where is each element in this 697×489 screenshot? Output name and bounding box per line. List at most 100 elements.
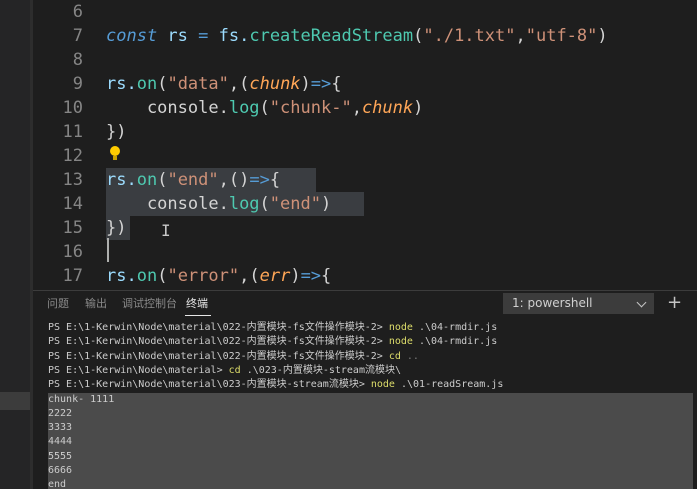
code-token: chunk [361,98,414,118]
line-number: 15 [62,218,83,238]
code-line[interactable]: }) [106,216,126,240]
code-line[interactable]: console.log("chunk-",chunk) [106,96,423,120]
code-token: ,() [218,170,250,190]
terminal-suggestion: .. [406,350,419,362]
code-token: rs [157,26,199,46]
tab-terminal-indicator [185,315,211,316]
terminal-output-line: 5555 [48,450,73,462]
terminal-command: node [388,336,413,348]
code-token: { [321,266,332,286]
code-token: "end" [269,194,321,214]
code-token: ) [290,266,301,286]
terminal-prompt: PS E:\1-Kerwin\Node\material\022-内置模块-fs… [48,350,389,362]
code-editor[interactable]: 6 7 8 9 10 11 12 13 14 15 16 17 const rs = fs.creat… [33,0,697,290]
code-token: rs. [106,74,137,94]
code-token: => [300,266,322,286]
caret [107,238,109,262]
code-token: ) [413,98,424,118]
terminal-argument: .\01-readSream.js [394,379,504,391]
terminal-command: node [388,322,413,333]
code-line[interactable]: const rs = fs.createReadStream("./1.txt"… [106,24,608,48]
terminal-command: node [370,379,395,391]
code-token: ) [320,194,332,214]
code-token: ( [259,98,270,118]
code-token: "data" [167,74,229,94]
code-token: { [331,74,342,94]
code-token: => [310,74,332,94]
terminal-argument: .\04-rmdir.js [412,322,498,333]
code-line[interactable]: rs.on("error",(err)=>{ [106,264,331,288]
code-token: ) [597,26,608,46]
code-line[interactable]: console.log("end") [106,192,331,216]
activity-bar [0,0,30,489]
terminal-argument: .\023-内置模块-stream流模块\ [240,364,401,376]
code-token: on [136,170,158,190]
code-token: }) [106,122,127,142]
code-token: "end" [167,170,219,190]
terminal-select[interactable]: 1: powershell [503,293,654,314]
terminal-line: PS E:\1-Kerwin\Node\material\022-内置模块-fs… [48,335,693,349]
terminal-output-line: 3333 [48,422,73,434]
terminal-line: PS E:\1-Kerwin\Node\material\022-内置模块-fs… [48,350,693,364]
lightbulb-stem [113,156,117,160]
code-token: , [351,98,362,118]
code-token: ( [259,194,270,214]
code-token: log [228,194,260,214]
terminal-prompt: PS E:\1-Kerwin\Node\material> [48,364,229,376]
terminal-output-line: end [48,479,67,489]
code-token: ,( [239,266,260,286]
lightbulb-icon[interactable] [110,146,120,156]
code-token: log [228,98,260,118]
terminal-output-line: 2222 [48,407,73,419]
code-token: "utf-8" [525,26,598,46]
code-line[interactable]: rs.on("end",()=>{ [106,168,280,192]
terminal-argument: .\04-rmdir.js [412,336,498,348]
code-token: createReadStream [249,26,414,46]
tab-problems[interactable]: 问题 [47,296,69,312]
code-token: = [198,26,209,46]
code-token: ) [300,74,311,94]
tab-output[interactable]: 输出 [85,296,107,312]
terminal-output-line: chunk- 1111 [48,393,115,405]
code-token: ,( [228,74,250,94]
code-line[interactable]: rs.on("data",(chunk)=>{ [106,72,342,96]
line-number: 7 [72,26,83,46]
terminal-prompt: PS E:\1-Kerwin\Node\material\023-内置模块-st… [48,379,371,391]
add-terminal-icon[interactable]: + [667,291,682,315]
terminal-prompt: PS E:\1-Kerwin\Node\material\022-内置模块-fs… [48,336,389,348]
line-number: 14 [62,194,83,214]
code-token: { [269,170,281,190]
code-token: ( [157,74,168,94]
code-token: console. [106,194,229,214]
code-line[interactable]: }) [106,120,126,144]
line-number: 8 [72,50,83,70]
chevron-down-icon [636,297,647,308]
text-cursor-icon: I [161,221,171,240]
code-token: on [136,266,158,286]
line-number: 16 [62,242,83,262]
line-number: 13 [62,170,83,190]
code-token: err [259,266,291,286]
code-token: const [106,26,158,46]
code-token: }) [106,218,127,238]
terminal-line: PS E:\1-Kerwin\Node\material\023-内置模块-st… [48,378,693,392]
line-number: 9 [72,74,83,94]
sidebar-active-item[interactable] [0,392,30,410]
code-token: => [249,170,270,190]
tab-terminal[interactable]: 终端 [186,296,208,312]
code-token: ( [157,170,168,190]
terminal-output-line: 4444 [48,436,73,448]
code-token: "error" [167,266,240,286]
terminal-line: PS E:\1-Kerwin\Node\material\022-内置模块-fs… [48,321,693,335]
terminal-line: PS E:\1-Kerwin\Node\material> cd .\023-内… [48,364,693,378]
line-number: 10 [62,98,83,118]
line-number: 6 [72,2,83,22]
line-number: 12 [62,146,83,166]
terminal-select-value: 1: powershell [512,296,593,310]
code-token: , [515,26,526,46]
code-token: rs. [106,170,137,190]
tab-debug-console[interactable]: 调试控制台 [122,296,177,312]
code-token: ( [157,266,168,286]
terminal-prompt: PS E:\1-Kerwin\Node\material\022-内置模块-fs… [48,322,389,333]
terminal-command: cd [388,350,401,362]
